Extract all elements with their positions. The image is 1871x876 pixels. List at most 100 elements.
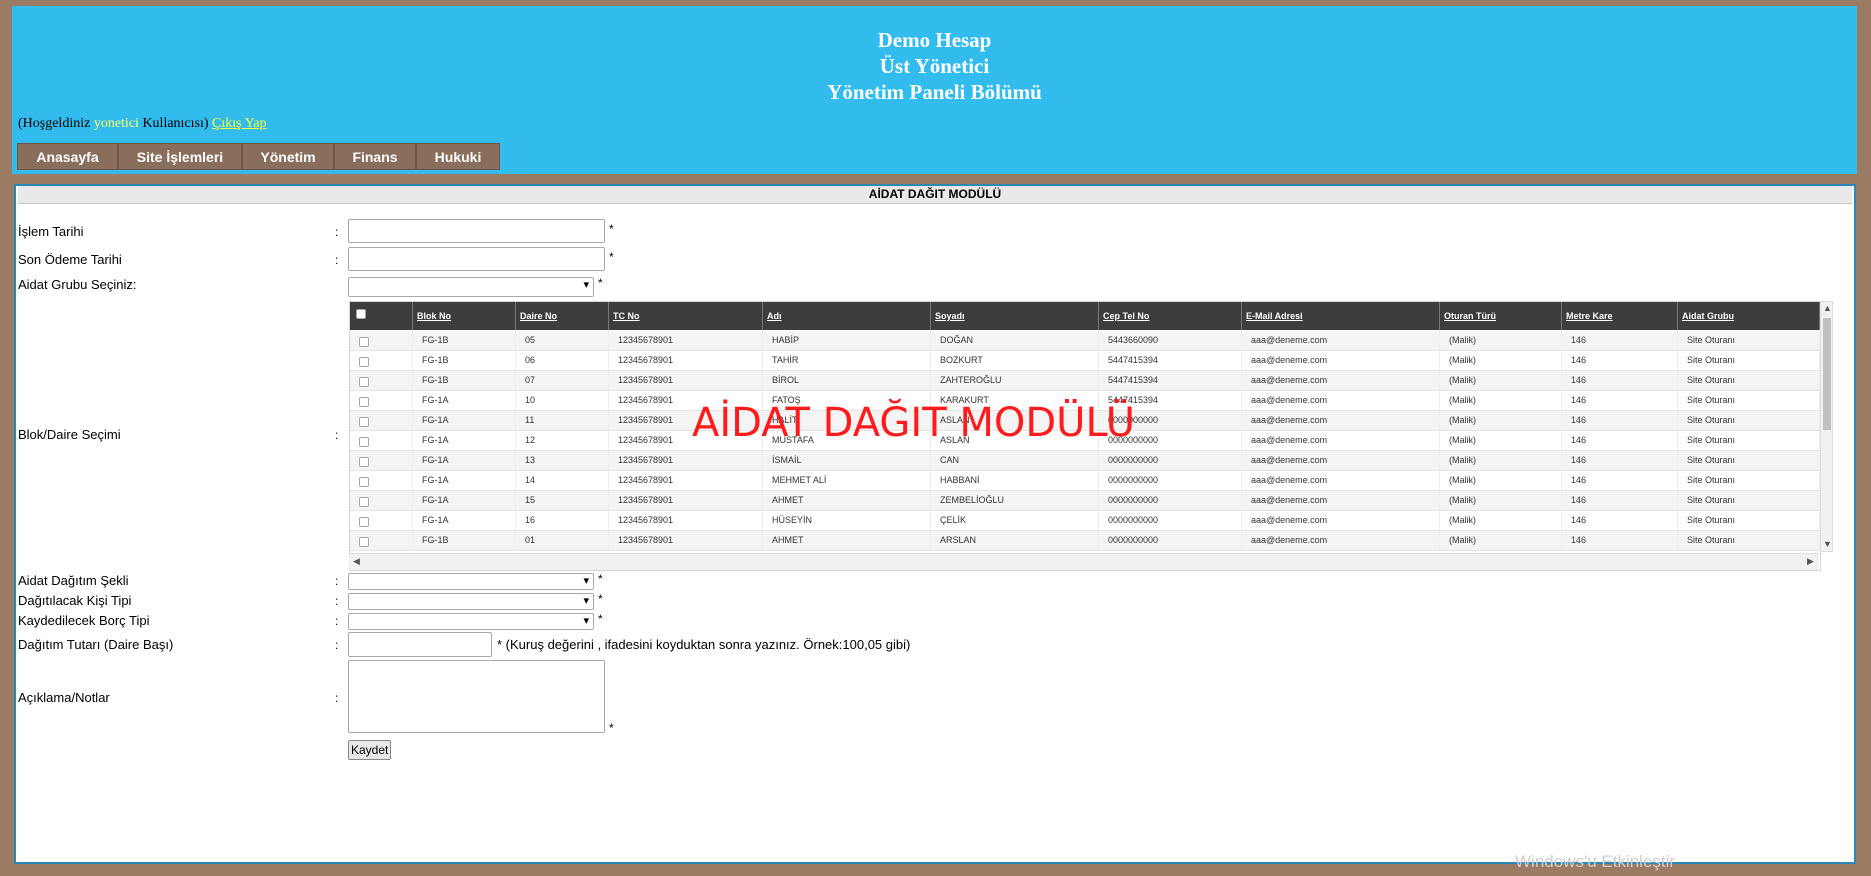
cell-metre-kare: 146 (1562, 331, 1678, 350)
table-row[interactable]: FG-1A 14 12345678901 MEHMET ALİ HABBANİ 00000… (350, 471, 1820, 491)
cell-daire-no: 15 (516, 491, 609, 510)
header-title-line-2: Üst Yönetici (879, 54, 990, 78)
row-checkbox[interactable] (359, 397, 369, 407)
label-son-odeme-tarihi: Son Ödeme Tarihi (18, 252, 122, 267)
row-checkbox[interactable] (359, 357, 369, 367)
colon: : (335, 574, 339, 588)
row-checkbox[interactable] (359, 497, 369, 507)
cell-cep-tel: 0000000000 (1099, 531, 1242, 550)
table-row[interactable]: FG-1A 16 12345678901 HÜSEYİN ÇELİK 0000000000… (350, 511, 1820, 531)
col-adi[interactable]: Adı (763, 302, 931, 330)
cell-oturan-turu: (Malik) (1440, 371, 1562, 390)
row-checkbox[interactable] (359, 517, 369, 527)
cell-blok-no: FG-1B (413, 531, 516, 550)
table-horizontal-scrollbar[interactable]: ◀ ▶ (349, 553, 1819, 570)
colon: : (335, 594, 339, 608)
table-header: Blok No Daire No TC No Adı Soyadı Cep Te… (350, 302, 1820, 330)
cell-adi: HÜSEYİN (763, 511, 931, 530)
cell-soyadi: BOZKURT (931, 351, 1099, 370)
nav-yonetim[interactable]: Yönetim (242, 143, 334, 170)
colon: : (335, 614, 339, 628)
row-checkbox[interactable] (359, 457, 369, 467)
main-nav: Anasayfa Site İşlemleri Yönetim Finans H… (17, 143, 500, 170)
save-button[interactable]: Kaydet (348, 740, 392, 760)
cell-cep-tel: 0000000000 (1099, 451, 1242, 470)
table-row[interactable]: FG-1A 15 12345678901 AHMET ZEMBELİOĞLU 000000… (350, 491, 1820, 511)
col-oturan-turu[interactable]: Oturan Türü (1440, 302, 1562, 330)
nav-finans[interactable]: Finans (334, 143, 416, 170)
colon: : (335, 691, 339, 705)
cell-email: aaa@deneme.com (1242, 491, 1440, 510)
cell-blok-no: FG-1A (413, 491, 516, 510)
col-metre-kare[interactable]: Metre Kare (1562, 302, 1678, 330)
nav-anasayfa[interactable]: Anasayfa (17, 143, 118, 170)
cell-email: aaa@deneme.com (1242, 371, 1440, 390)
table-vertical-scrollbar[interactable]: ▲ ▼ (1820, 301, 1833, 552)
cell-cep-tel: 5447415394 (1099, 371, 1242, 390)
cell-adi: AHMET (763, 491, 931, 510)
cell-soyadi: ZAHTEROĞLU (931, 371, 1099, 390)
logout-link[interactable]: Çıkış Yap (212, 116, 266, 131)
required-star: * (609, 250, 614, 264)
row-checkbox[interactable] (359, 477, 369, 487)
scroll-left-icon[interactable]: ◀ (353, 556, 360, 567)
table-row[interactable]: FG-1B 06 12345678901 TAHİR BOZKURT 5447415394… (350, 351, 1820, 371)
cell-cep-tel: 5447415394 (1099, 351, 1242, 370)
col-cep-tel-no[interactable]: Cep Tel No (1099, 302, 1242, 330)
cell-daire-no: 07 (516, 371, 609, 390)
row-select-cell (350, 511, 413, 530)
header-title-line-3: Yönetim Paneli Bölümü (827, 80, 1042, 104)
scroll-up-icon[interactable]: ▲ (1823, 303, 1832, 313)
table-row[interactable]: FG-1B 07 12345678901 BİROL ZAHTEROĞLU 5447415… (350, 371, 1820, 391)
label-blok-daire-secimi: Blok/Daire Seçimi (18, 427, 121, 442)
cell-metre-kare: 146 (1562, 491, 1678, 510)
col-aidat-grubu[interactable]: Aidat Grubu (1678, 302, 1820, 330)
select-all-checkbox[interactable] (356, 309, 366, 319)
row-select-cell (350, 451, 413, 470)
row-checkbox[interactable] (359, 337, 369, 347)
cell-metre-kare: 146 (1562, 531, 1678, 550)
select-all-cell (350, 302, 413, 330)
welcome-prefix: (Hoşgeldiniz (18, 116, 91, 131)
cell-oturan-turu: (Malik) (1440, 391, 1562, 410)
cell-email: aaa@deneme.com (1242, 471, 1440, 490)
row-select-cell (350, 351, 413, 370)
borc-tipi-select[interactable] (348, 613, 594, 630)
col-soyadi[interactable]: Soyadı (931, 302, 1099, 330)
aciklama-textarea[interactable] (348, 660, 605, 733)
row-checkbox[interactable] (359, 377, 369, 387)
col-daire-no[interactable]: Daire No (516, 302, 609, 330)
row-checkbox[interactable] (359, 417, 369, 427)
nav-site-islemleri[interactable]: Site İşlemleri (118, 143, 242, 170)
islem-tarihi-input[interactable] (348, 219, 605, 243)
col-tc-no[interactable]: TC No (609, 302, 763, 330)
cell-tc-no: 12345678901 (609, 471, 763, 490)
required-star: * (598, 276, 603, 290)
cell-daire-no: 06 (516, 351, 609, 370)
cell-blok-no: FG-1A (413, 391, 516, 410)
table-row[interactable]: FG-1B 05 12345678901 HABİP DOĞAN 5443660090 aa… (350, 331, 1820, 351)
nav-hukuki[interactable]: Hukuki (416, 143, 500, 170)
row-checkbox[interactable] (359, 437, 369, 447)
aidat-grubu-select[interactable] (348, 277, 594, 297)
scroll-right-icon[interactable]: ▶ (1807, 556, 1814, 567)
table-row[interactable]: FG-1B 01 12345678901 AHMET ARSLAN 0000000000 a… (350, 531, 1820, 551)
cell-oturan-turu: (Malik) (1440, 331, 1562, 350)
row-checkbox[interactable] (359, 537, 369, 547)
cell-metre-kare: 146 (1562, 351, 1678, 370)
cell-soyadi: DOĞAN (931, 331, 1099, 350)
cell-cep-tel: 5443660090 (1099, 331, 1242, 350)
cell-daire-no: 14 (516, 471, 609, 490)
scroll-down-icon[interactable]: ▼ (1823, 539, 1832, 549)
col-blok-no[interactable]: Blok No (413, 302, 516, 330)
cell-oturan-turu: (Malik) (1440, 511, 1562, 530)
dagitim-sekli-select[interactable] (348, 573, 594, 590)
son-odeme-tarihi-input[interactable] (348, 247, 605, 271)
cell-blok-no: FG-1B (413, 351, 516, 370)
dagitim-tutari-input[interactable] (348, 632, 492, 657)
table-row[interactable]: FG-1A 13 12345678901 İSMAİL CAN 0000000000 aaa… (350, 451, 1820, 471)
dagitilacak-kisi-select[interactable] (348, 593, 594, 610)
col-email[interactable]: E-Mail Adresi (1242, 302, 1440, 330)
scroll-thumb[interactable] (1823, 318, 1831, 430)
cell-aidat-grubu: Site Oturanı (1678, 431, 1820, 450)
